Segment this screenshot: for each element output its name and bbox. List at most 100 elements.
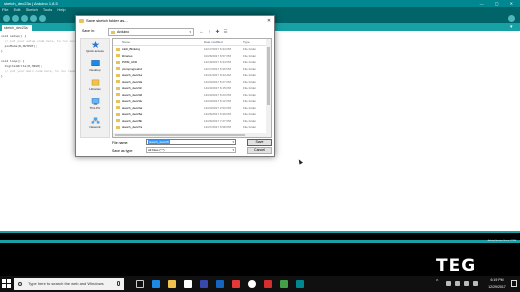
view-menu-icon[interactable]: ☰ — [222, 28, 229, 36]
network-tray-icon[interactable] — [446, 281, 451, 286]
file-list-header: Name Date modified Type — [113, 39, 268, 46]
folder-icon — [116, 112, 120, 116]
folder-icon — [116, 125, 120, 129]
file-row[interactable]: sketch_dec27a 12/27/2017 6:58 PM File fold… — [113, 124, 268, 131]
code-line: // put your setup code here, to run once… — [1, 39, 79, 43]
file-explorer-icon[interactable] — [168, 280, 176, 288]
app-icon[interactable] — [264, 280, 272, 288]
save-type-label: Save as type: — [112, 148, 134, 153]
chevron-up-icon[interactable]: ^ — [436, 279, 438, 285]
file-list[interactable]: Name Date modified Type LED_Blinking 12/1… — [112, 38, 272, 138]
notification-icon[interactable] — [511, 280, 517, 287]
serial-monitor-icon[interactable] — [508, 14, 515, 22]
column-type[interactable]: Type — [243, 39, 250, 46]
column-date[interactable]: Date modified — [204, 39, 223, 46]
file-date: 12/27/2017 6:58 PM — [204, 125, 232, 129]
place-quick-access[interactable]: Quick access — [81, 41, 109, 53]
chrome-icon[interactable] — [248, 280, 256, 288]
star-icon — [91, 41, 99, 48]
place-label: Desktop — [89, 68, 101, 72]
code-line: } — [1, 74, 3, 78]
folder-icon — [116, 60, 120, 64]
place-this-pc[interactable]: This PC — [81, 98, 109, 110]
scrollbar-thumb[interactable] — [267, 47, 270, 105]
scrollbar-thumb[interactable] — [115, 134, 245, 136]
ide-title: sketch_dec23a | Arduino 1.8.5 — [4, 1, 58, 6]
menu-sketch[interactable]: Sketch — [26, 7, 38, 12]
app-icon[interactable] — [200, 280, 208, 288]
code-line: pinMode(8,OUTPUT); — [1, 44, 38, 48]
taskbar-search-input[interactable]: Type here to search the web and Windows — [14, 278, 124, 290]
save-type-value: All Files (*.*) — [148, 148, 165, 152]
save-in-dropdown[interactable]: Arduino ▾ — [108, 28, 194, 36]
menu-tools[interactable]: Tools — [43, 7, 52, 12]
volume-icon[interactable] — [455, 281, 460, 286]
chevron-down-icon[interactable]: ▾ — [232, 140, 234, 144]
place-network[interactable]: Network — [81, 117, 109, 129]
network-icon — [91, 117, 99, 124]
computer-icon — [91, 98, 99, 105]
folder-icon — [116, 106, 120, 109]
app-icon[interactable] — [232, 280, 240, 288]
place-label: This PC — [89, 106, 101, 110]
code-line: void setup() { — [1, 34, 27, 38]
search-placeholder: Type here to search the web and Windows — [28, 281, 104, 286]
file-name: sketch_dec27a — [122, 125, 143, 129]
open-icon[interactable] — [30, 14, 37, 22]
close-icon[interactable]: ✕ — [266, 18, 272, 24]
save-type-dropdown[interactable]: All Files (*.*) ▾ — [146, 147, 236, 153]
clock-date[interactable]: 12/29/2017 — [485, 285, 509, 289]
folder-icon — [116, 67, 120, 70]
battery-icon[interactable] — [464, 281, 469, 286]
column-name[interactable]: Name — [122, 39, 130, 46]
horizontal-scrollbar[interactable] — [113, 133, 268, 137]
code-line: } — [1, 49, 3, 53]
save-in-value: Arduino — [117, 30, 130, 34]
console-output — [0, 233, 520, 240]
menu-edit[interactable]: Edit — [14, 7, 21, 12]
folder-icon — [116, 80, 120, 83]
folder-icon — [116, 86, 120, 90]
app-icon[interactable] — [216, 280, 224, 288]
code-line: digitalWrite(8,HIGH); — [1, 64, 43, 68]
save-button[interactable]: Save — [247, 138, 272, 146]
upload-icon[interactable] — [12, 14, 19, 22]
app-icon[interactable] — [280, 280, 288, 288]
vertical-scrollbar[interactable] — [266, 39, 271, 137]
place-desktop[interactable]: Desktop — [81, 60, 109, 72]
desktop-icon — [90, 60, 100, 66]
back-icon[interactable]: ← — [198, 28, 205, 36]
windows-taskbar: Type here to search the web and Windows … — [0, 276, 520, 292]
folder-icon — [116, 54, 120, 57]
microphone-icon[interactable] — [117, 281, 120, 286]
store-icon[interactable] — [184, 280, 192, 288]
arduino-icon[interactable] — [296, 280, 304, 288]
place-libraries[interactable]: Libraries — [81, 79, 109, 91]
clock-time[interactable]: 6:19 PM — [485, 278, 509, 282]
new-folder-icon[interactable]: ✚ — [214, 28, 221, 36]
dialog-app-icon — [79, 19, 84, 23]
place-label: Quick access — [86, 49, 104, 53]
folder-icon — [116, 47, 120, 51]
save-in-row: Save in: Arduino ▾ ← ↑ ✚ ☰ — [80, 28, 272, 36]
task-view-icon[interactable] — [136, 280, 144, 288]
folder-icon — [111, 30, 115, 34]
up-folder-icon[interactable]: ↑ — [206, 28, 213, 36]
cancel-button[interactable]: Cancel — [247, 147, 272, 154]
new-icon[interactable] — [21, 14, 28, 22]
menu-file[interactable]: File — [2, 7, 8, 12]
folder-icon — [116, 99, 120, 103]
file-name-input[interactable]: sketch_dec27b ▾ — [146, 139, 236, 145]
windows-start-icon[interactable] — [2, 279, 12, 289]
libraries-icon — [91, 79, 99, 86]
verify-icon[interactable] — [3, 14, 10, 22]
folder-icon — [116, 73, 120, 77]
save-icon[interactable] — [39, 14, 46, 22]
menu-help[interactable]: Help — [57, 7, 65, 12]
edge-browser-icon[interactable] — [152, 280, 160, 288]
system-tray: ^ 6:19 PM 12/29/2017 — [430, 276, 520, 292]
tab-menu-icon[interactable]: ▾ — [510, 24, 516, 30]
language-icon[interactable] — [473, 281, 478, 286]
place-label: Libraries — [89, 87, 101, 91]
window-controls[interactable]: — ▢ ✕ — [480, 0, 518, 7]
